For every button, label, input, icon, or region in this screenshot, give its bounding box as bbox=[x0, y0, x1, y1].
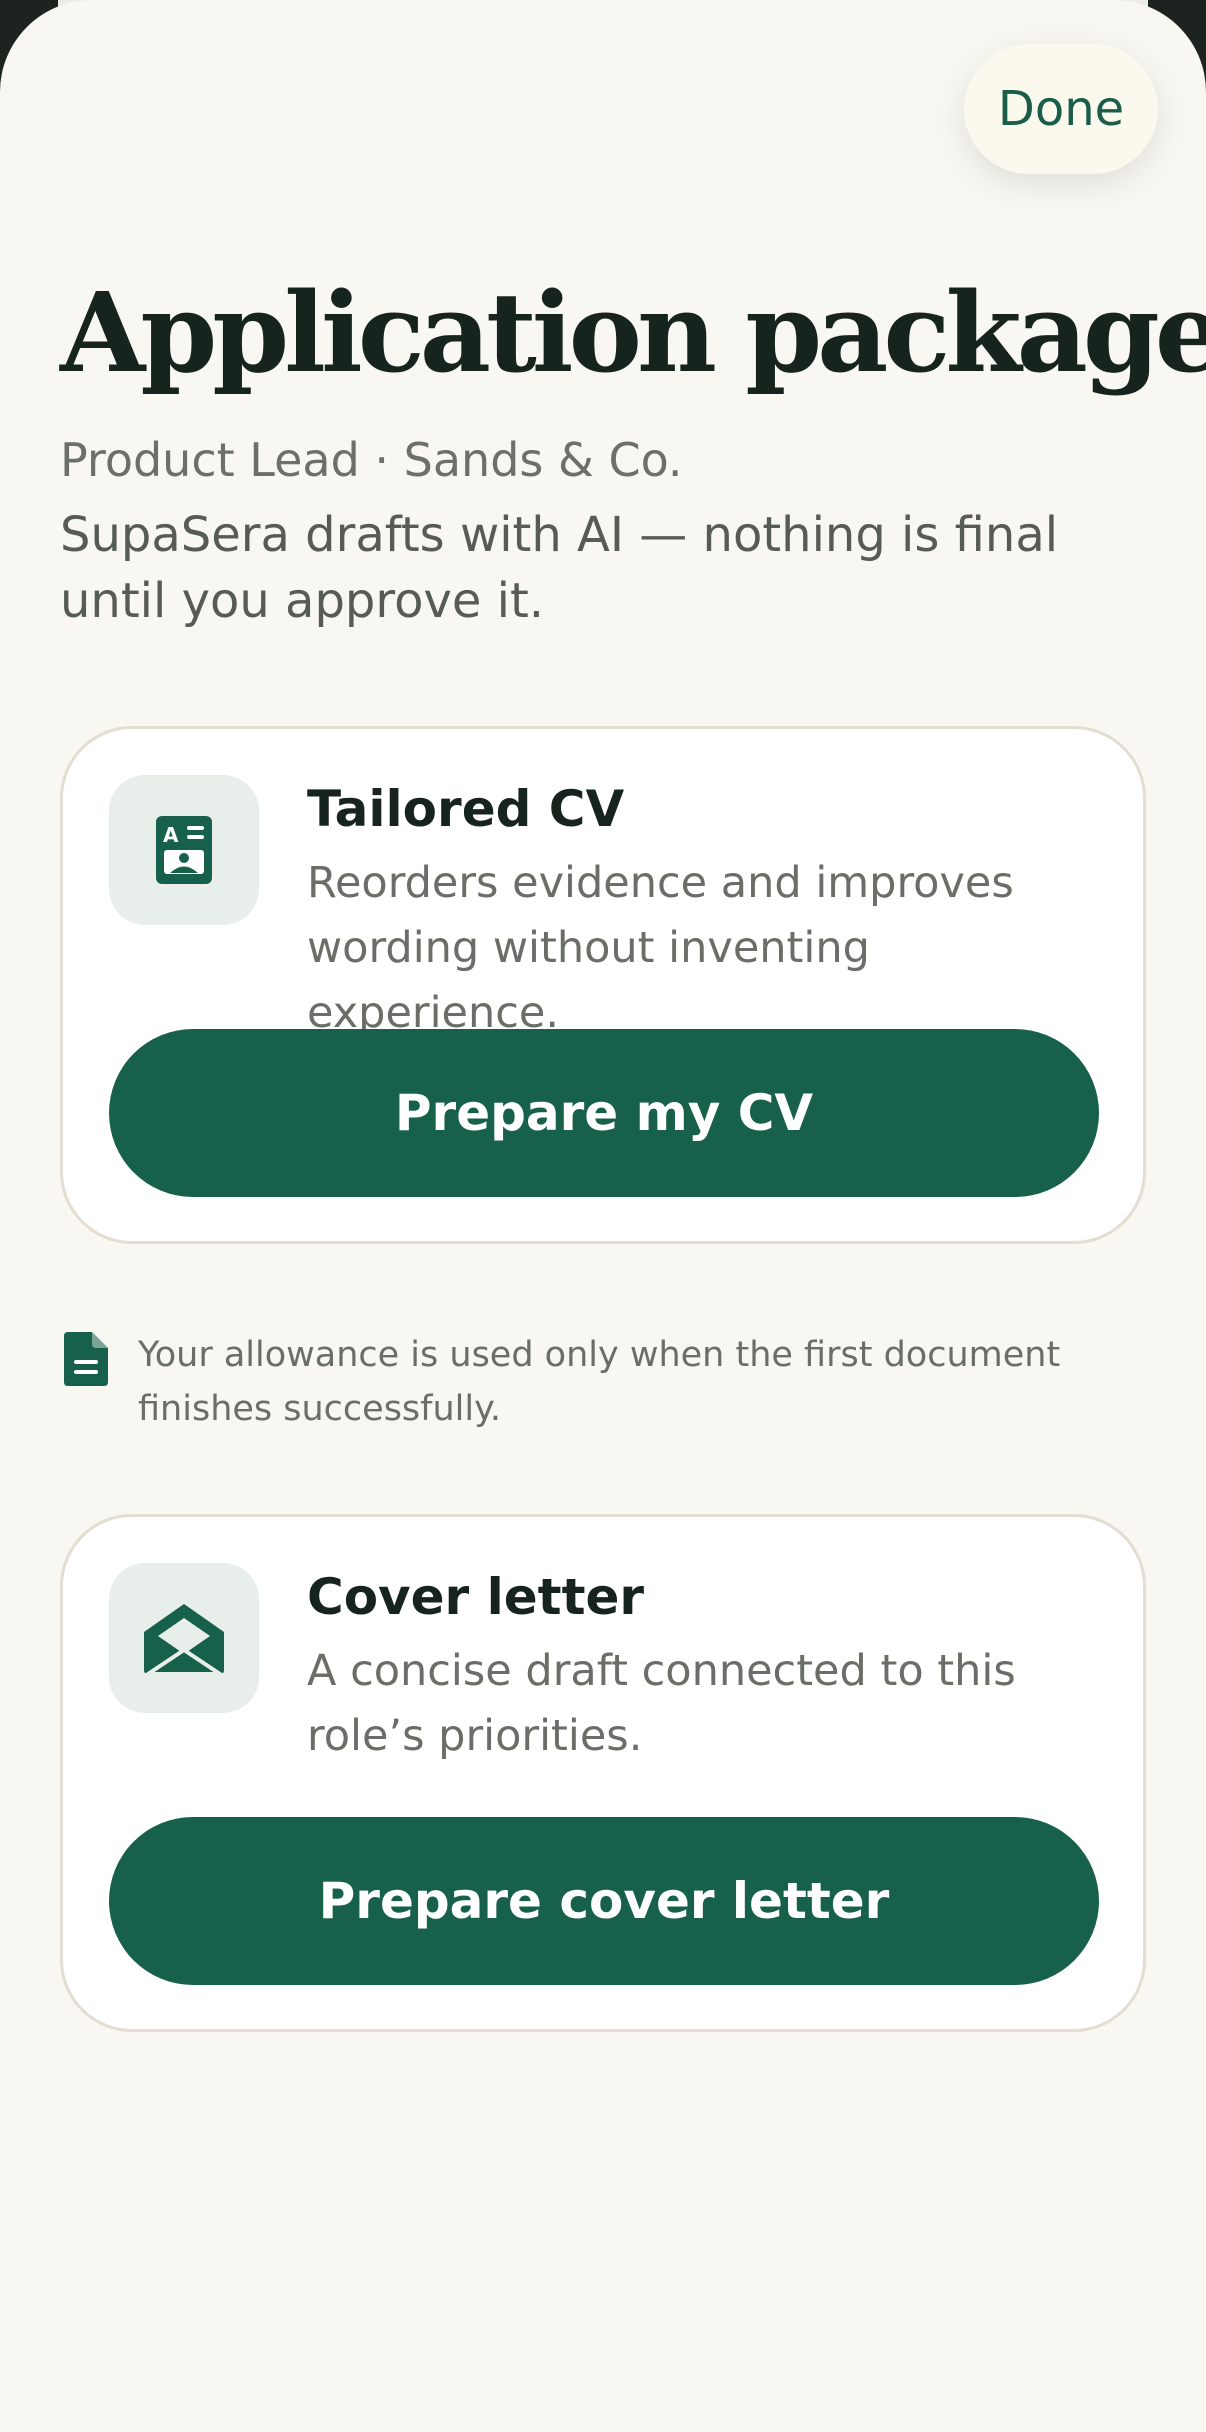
envelope-icon bbox=[109, 1563, 259, 1713]
cv-document-icon: A bbox=[109, 775, 259, 925]
document-icon bbox=[64, 1332, 108, 1390]
card-description: Reorders evidence and improves wording w… bbox=[307, 858, 1014, 1038]
svg-text:A: A bbox=[163, 823, 179, 847]
done-button[interactable]: Done bbox=[964, 44, 1158, 174]
tailored-cv-card: A Tailored CV Reorders evidence and impr… bbox=[60, 726, 1146, 1244]
page-title: Application package bbox=[60, 268, 1206, 397]
application-package-sheet: Done Application package Product Lead · … bbox=[0, 0, 1206, 2432]
prepare-cv-button[interactable]: Prepare my CV bbox=[109, 1029, 1099, 1197]
card-title: Tailored CV bbox=[307, 780, 625, 838]
ai-disclaimer: SupaSera drafts with AI — nothing is fin… bbox=[60, 507, 1059, 629]
allowance-note-text: Your allowance is used only when the fir… bbox=[138, 1335, 1061, 1429]
prepare-cover-letter-button[interactable]: Prepare cover letter bbox=[109, 1817, 1099, 1985]
card-description: A concise draft connected to this role’s… bbox=[307, 1646, 1016, 1761]
job-subtitle: Product Lead · Sands & Co. bbox=[60, 433, 683, 487]
card-title: Cover letter bbox=[307, 1568, 645, 1626]
cover-letter-card: Cover letter A concise draft connected t… bbox=[60, 1514, 1146, 2032]
allowance-note: Your allowance is used only when the fir… bbox=[60, 1328, 1150, 1438]
